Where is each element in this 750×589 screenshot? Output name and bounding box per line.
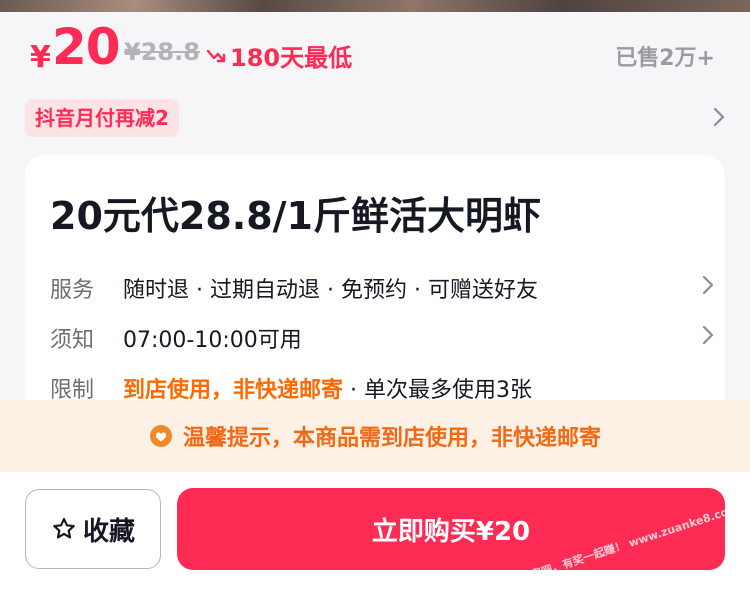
- tip-text: 温馨提示，本商品需到店使用，非快递邮寄: [182, 426, 601, 451]
- lowest-price-label: 180天最低: [230, 44, 353, 72]
- heart-icon: [149, 425, 172, 447]
- trend-down-icon: [206, 49, 226, 62]
- favorite-label: 收藏: [82, 516, 135, 547]
- product-photo-edge: [0, 0, 750, 12]
- promo-tag[interactable]: 抖音月付再减2: [25, 99, 179, 137]
- price-row: ¥ 20 ¥28.8 180天最低 已售2万+: [30, 18, 730, 78]
- tip-bar: 温馨提示，本商品需到店使用，非快递邮寄: [0, 400, 750, 472]
- favorite-button[interactable]: 收藏: [25, 489, 161, 569]
- product-title: 20元代28.8/1斤鲜活大明虾: [50, 194, 541, 238]
- chevron-right-icon[interactable]: [701, 274, 715, 296]
- price-card: ¥ 20 ¥28.8 180天最低 已售2万+ 抖音月付再减2 20元代28.8…: [0, 0, 750, 435]
- notice-value: 07:00-10:00可用: [123, 328, 302, 353]
- service-label: 服务: [50, 278, 95, 303]
- buy-now-label: 立即购买¥20: [371, 516, 531, 547]
- original-price: ¥28.8: [124, 38, 200, 66]
- lowest-price-badge: 180天最低: [206, 38, 352, 73]
- currency-symbol: ¥: [30, 40, 51, 75]
- service-row[interactable]: 服务 随时退 · 过期自动退 · 免预约 · 可赠送好友: [50, 272, 714, 306]
- sold-count: 已售2万+: [615, 46, 715, 71]
- notice-label: 须知: [50, 328, 95, 353]
- bottom-action-bar: 收藏 立即购买¥20: [0, 472, 750, 589]
- chevron-right-icon[interactable]: [701, 324, 715, 346]
- service-value: 随时退 · 过期自动退 · 免预约 · 可赠送好友: [123, 278, 538, 303]
- star-icon: [53, 517, 75, 539]
- notice-row[interactable]: 须知 07:00-10:00可用: [50, 322, 714, 356]
- chevron-right-icon[interactable]: [712, 106, 726, 128]
- product-info-card: 20元代28.8/1斤鲜活大明虾 服务 随时退 · 过期自动退 · 免预约 · …: [25, 155, 725, 435]
- current-price: 20: [52, 18, 121, 76]
